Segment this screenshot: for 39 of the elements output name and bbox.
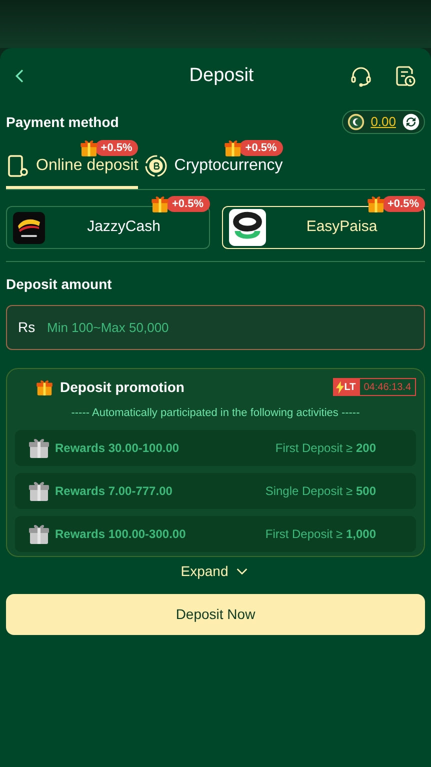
- bonus-badge: +0.5%: [239, 140, 283, 156]
- gift-icon: [150, 194, 170, 214]
- promotion-title: Deposit promotion: [60, 378, 184, 397]
- reward-range: Rewards 7.00-777.00: [55, 482, 174, 500]
- refresh-icon: [402, 113, 420, 131]
- bonus-badge: +0.5%: [94, 140, 138, 156]
- refresh-button[interactable]: [402, 113, 420, 131]
- coin-icon: [144, 154, 168, 178]
- wallet-logo: [13, 212, 45, 244]
- tab-label: Cryptocurrency: [174, 156, 283, 176]
- countdown-timer: 04:46:13.4: [362, 380, 412, 394]
- tab-label: Online deposit: [36, 156, 138, 176]
- deposit-button[interactable]: Deposit Now: [6, 594, 425, 635]
- balance-amount: 0.00: [370, 113, 396, 132]
- page-title: Deposit: [189, 64, 254, 88]
- reward-range: Rewards 100.00-300.00: [55, 526, 187, 542]
- expand-button[interactable]: Expand: [180, 559, 250, 583]
- reward-condition: First Deposit ≥ 1,000: [265, 526, 376, 542]
- wallet-logo: [228, 209, 266, 246]
- bonus-badge: +0.5%: [382, 196, 425, 212]
- gift-icon: [366, 194, 386, 214]
- reward-range: Rewards 30.00-100.00: [55, 440, 180, 456]
- lightning-icon: [336, 380, 344, 394]
- reward-condition: First Deposit ≥ 200: [275, 440, 376, 456]
- gift-icon: [35, 378, 54, 396]
- bonus-badge: +0.5%: [166, 196, 210, 212]
- history-icon: [393, 64, 417, 88]
- section-label: Deposit amount: [6, 275, 113, 294]
- channel-name: EasyPaisa: [305, 217, 378, 238]
- currency-icon: [346, 113, 365, 131]
- section-label: Payment method: [6, 112, 119, 132]
- gift-icon: [78, 138, 99, 158]
- gift-icon: [223, 138, 244, 158]
- headset-icon: [349, 64, 373, 88]
- promotion-subtitle: ----- Automatically participated in the following activities -----: [70, 406, 361, 421]
- currency-label: Rs: [18, 318, 36, 336]
- phone-icon: [6, 154, 30, 178]
- reward-condition: Single Deposit ≥ 500: [265, 482, 376, 500]
- channel-name: JazzyCash: [86, 217, 162, 238]
